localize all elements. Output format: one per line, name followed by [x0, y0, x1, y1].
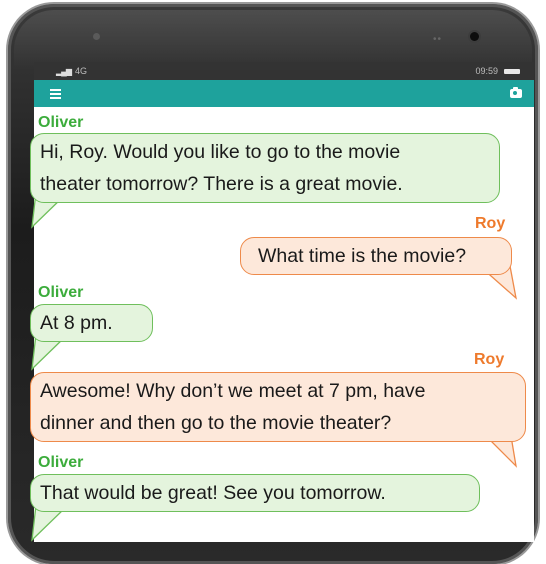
battery-icon	[504, 68, 520, 74]
camera-icon[interactable]	[510, 87, 522, 98]
message-bubble: Hi, Roy. Would you like to go to the mov…	[30, 133, 500, 203]
message-text: What time is the movie?	[258, 245, 467, 267]
message-bubble: Awesome! Why don’t we meet at 7 pm, have…	[30, 372, 526, 442]
message-text: That would be great! See you tomorrow.	[40, 482, 386, 504]
message-text: Awesome! Why don’t we meet at 7 pm, have	[40, 380, 426, 402]
status-time: 09:59	[475, 66, 498, 76]
sender-name-roy: Roy	[475, 215, 506, 232]
sensor-dot	[93, 33, 100, 40]
app-bar	[34, 80, 534, 107]
status-bar: ▂▄▆ 4G 09:59	[34, 62, 534, 80]
message-text: theater tomorrow? There is a great movie…	[40, 173, 403, 195]
speaker-dots: ••	[433, 34, 443, 45]
sender-name-oliver: Oliver	[38, 114, 84, 131]
message-text: Hi, Roy. Would you like to go to the mov…	[40, 141, 401, 163]
message-bubble: That would be great! See you tomorrow.	[30, 474, 480, 512]
message-bubble: What time is the movie?	[240, 237, 512, 275]
message-text: At 8 pm.	[40, 312, 113, 334]
sender-name-oliver: Oliver	[38, 284, 84, 301]
message-text: dinner and then go to the movie theater?	[40, 412, 392, 434]
signal-icon: ▂▄▆	[56, 66, 72, 76]
sender-name-roy: Roy	[474, 351, 505, 368]
network-label: 4G	[74, 66, 87, 76]
front-camera	[470, 32, 479, 41]
sender-name-oliver: Oliver	[38, 454, 84, 471]
hamburger-menu-icon[interactable]	[50, 88, 61, 99]
message-bubble: At 8 pm.	[30, 304, 153, 342]
